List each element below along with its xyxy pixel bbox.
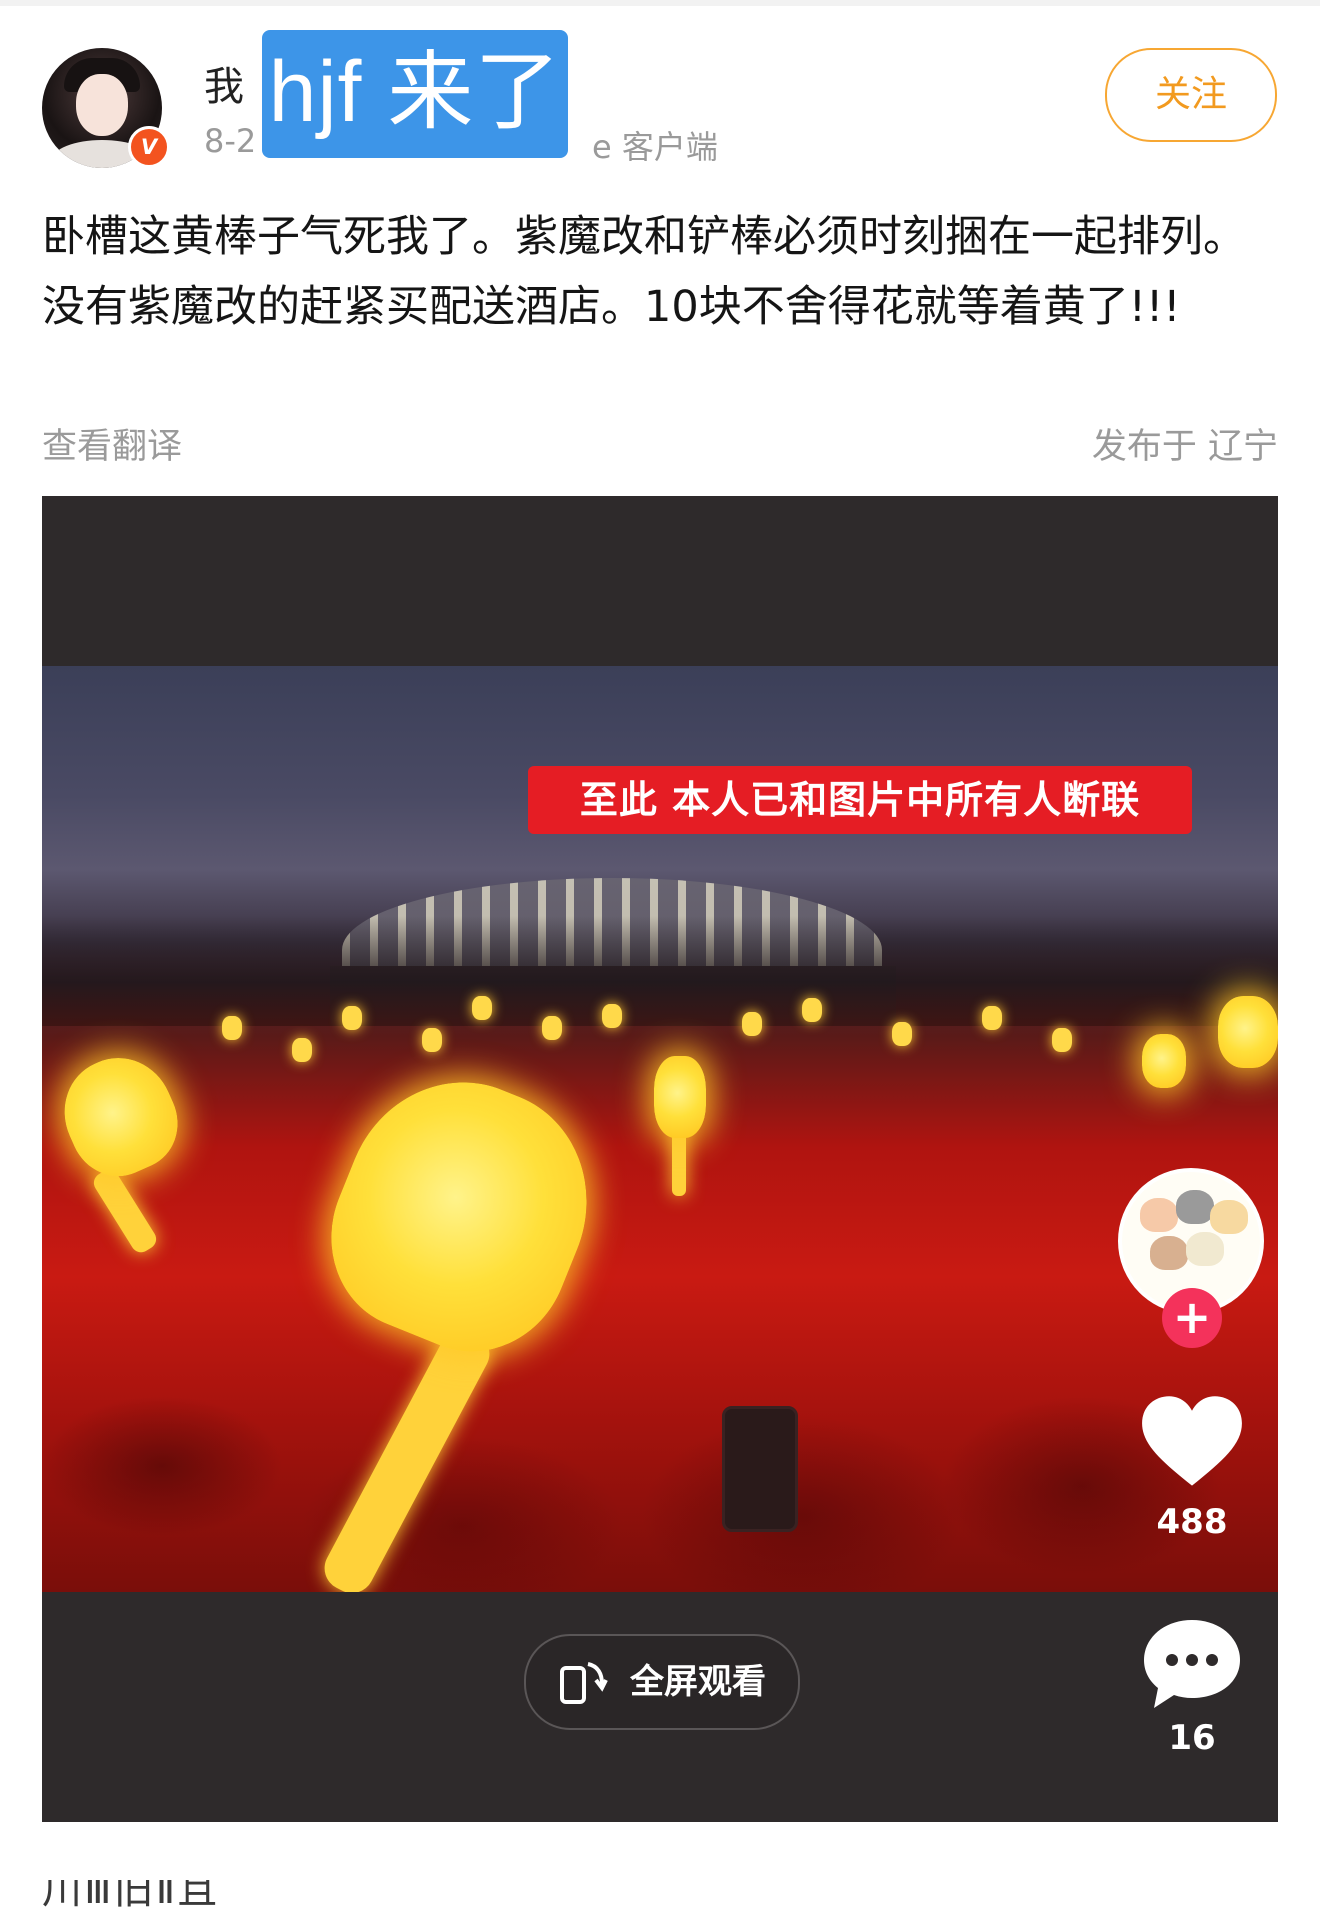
- light-stick-dot: [602, 1004, 622, 1028]
- light-stick-dot: [802, 998, 822, 1022]
- verified-badge-icon: V: [128, 126, 170, 168]
- post-text: 卧槽这黄棒子气死我了。紫魔改和铲棒必须时刻捆在一起排列。没有紫魔改的赶紧买配送酒…: [42, 212, 1246, 332]
- light-stick-dot: [892, 1022, 912, 1046]
- cat-face: [1140, 1198, 1178, 1232]
- light-stick-dot: [982, 1006, 1002, 1030]
- top-divider: [0, 0, 1320, 6]
- follow-button[interactable]: 关注: [1105, 48, 1277, 142]
- fullscreen-label: 全屏观看: [630, 1662, 766, 1702]
- follow-creator-plus-icon[interactable]: +: [1162, 1288, 1222, 1348]
- light-stick-dot: [542, 1016, 562, 1040]
- light-stick-dot: [422, 1028, 442, 1052]
- cut-off-footer-text: 川Ⅲ旧Ⅱ且: [42, 1880, 220, 1912]
- video-frame: 至此 本人已和图片中所有人断联: [42, 666, 1278, 1592]
- post-location: 发布于 辽宁: [1091, 427, 1278, 467]
- light-stick-dot: [222, 1016, 242, 1040]
- light-stick-dot: [342, 1006, 362, 1030]
- light-stick-dot: [292, 1038, 312, 1062]
- comment-count: 16: [1168, 1718, 1216, 1758]
- comment-icon[interactable]: [1140, 1614, 1244, 1714]
- tree-line: [42, 916, 1278, 1026]
- translate-link[interactable]: 查看翻译: [42, 418, 182, 469]
- light-stick-dot: [472, 996, 492, 1020]
- light-stick-paddle: [654, 1056, 706, 1138]
- video-caption: 至此 本人已和图片中所有人断联: [528, 766, 1192, 834]
- fullscreen-button[interactable]: 全屏观看: [524, 1634, 800, 1730]
- video-player[interactable]: 至此 本人已和图片中所有人断联 + 488 16 全屏观看: [42, 496, 1278, 1822]
- overlay-name-tag: hjf 来了: [262, 30, 568, 158]
- post-time: 8-2: [204, 122, 257, 160]
- light-stick-paddle: [1218, 996, 1278, 1068]
- avatar-face: [76, 74, 128, 136]
- phone-in-scene: [722, 1406, 798, 1532]
- cat-face: [1150, 1236, 1188, 1270]
- rotate-screen-icon: [560, 1662, 608, 1704]
- author-name[interactable]: 我: [204, 54, 244, 112]
- cat-face: [1210, 1200, 1248, 1234]
- light-stick-dot: [1052, 1028, 1072, 1052]
- heart-icon[interactable]: [1140, 1394, 1244, 1490]
- like-count: 488: [1156, 1502, 1228, 1542]
- post-meta: 8-2 e 客户端: [204, 122, 718, 166]
- post-source: e 客户端: [592, 128, 718, 166]
- cat-face: [1186, 1232, 1224, 1266]
- light-stick-paddle: [1142, 1034, 1186, 1088]
- cat-face: [1176, 1190, 1214, 1224]
- light-stick-dot: [742, 1012, 762, 1036]
